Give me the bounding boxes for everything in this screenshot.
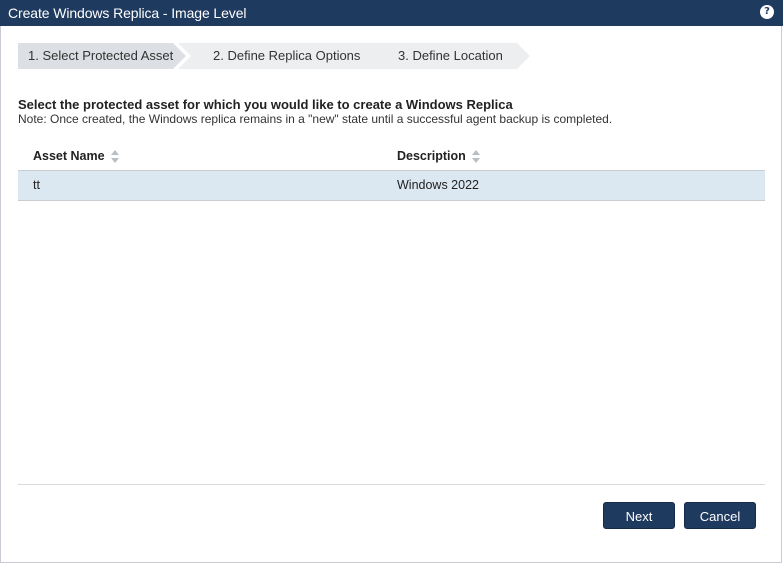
- dialog-title: Create Windows Replica - Image Level: [8, 5, 247, 21]
- wizard-step-select-protected-asset[interactable]: 1. Select Protected Asset: [18, 43, 186, 69]
- next-button[interactable]: Next: [603, 502, 675, 529]
- cell-description: Windows 2022: [397, 178, 479, 192]
- help-icon[interactable]: ?: [760, 5, 774, 19]
- column-header-label: Description: [397, 149, 466, 163]
- instruction-heading: Select the protected asset for which you…: [18, 97, 513, 112]
- wizard-step-define-replica-options[interactable]: 2. Define Replica Options: [178, 43, 394, 69]
- column-header-description[interactable]: Description: [397, 142, 481, 170]
- table-row[interactable]: tt Windows 2022: [18, 171, 765, 201]
- column-header-asset-name[interactable]: Asset Name: [33, 142, 120, 170]
- table-header: Asset Name Description: [18, 142, 765, 171]
- dialog-titlebar: Create Windows Replica - Image Level ?: [0, 0, 783, 26]
- cell-asset-name: tt: [33, 178, 40, 192]
- asset-table: Asset Name Description tt Windows 2022: [18, 142, 765, 201]
- wizard-steps: 1. Select Protected Asset 2. Define Repl…: [18, 43, 538, 69]
- footer-divider: [18, 484, 765, 485]
- instruction-note: Note: Once created, the Windows replica …: [18, 112, 613, 126]
- wizard-step-define-location[interactable]: 3. Define Location: [370, 43, 530, 69]
- column-header-label: Asset Name: [33, 149, 105, 163]
- sort-icon[interactable]: [471, 149, 481, 163]
- sort-icon[interactable]: [110, 149, 120, 163]
- cancel-button[interactable]: Cancel: [684, 502, 756, 529]
